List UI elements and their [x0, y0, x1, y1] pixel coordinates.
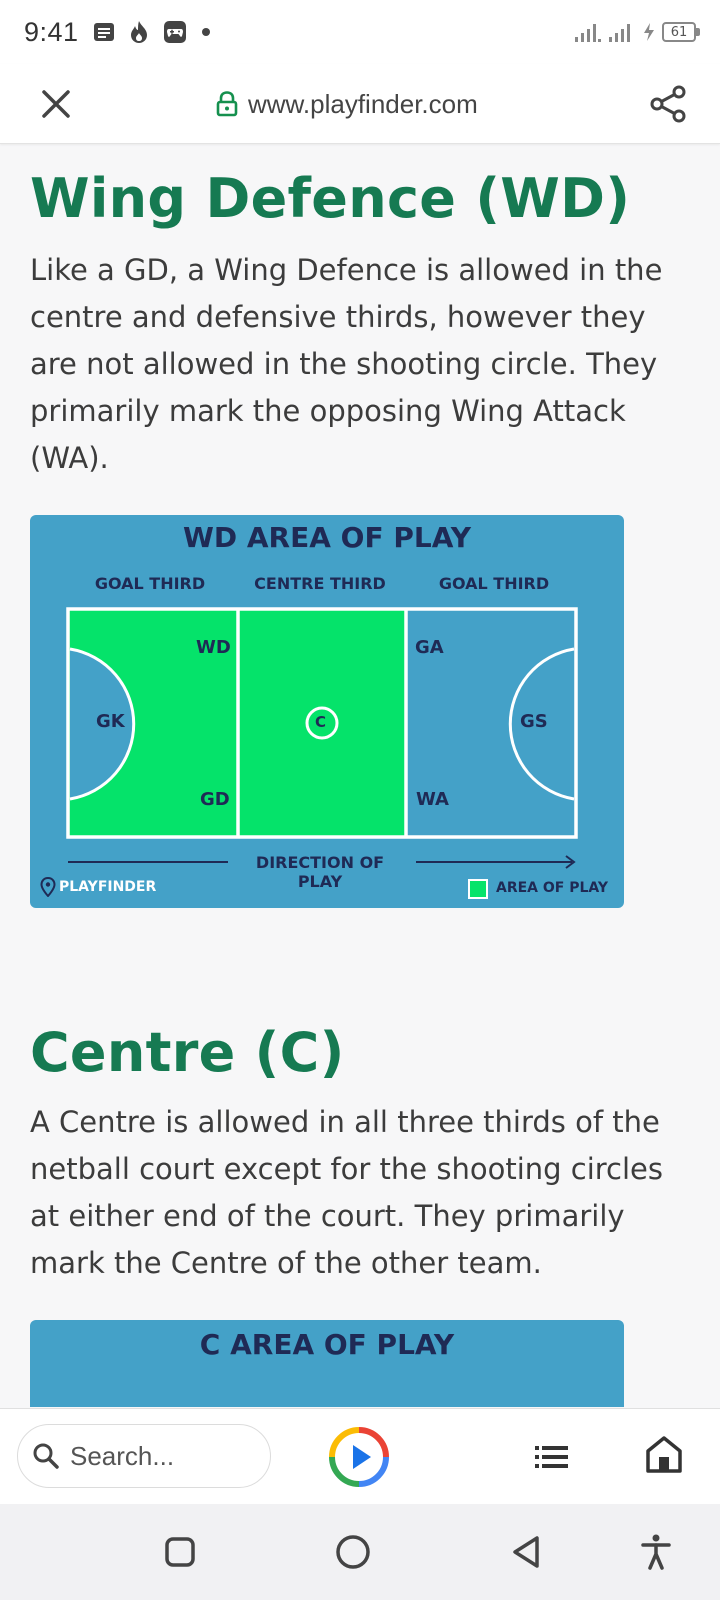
- fire-icon: [130, 21, 147, 43]
- direction-of-play-label: DIRECTION OF PLAY: [255, 853, 385, 891]
- share-icon: [650, 85, 686, 123]
- play-button[interactable]: [328, 1426, 390, 1488]
- brand-name: PLAYFINDER: [59, 879, 157, 895]
- legend-swatch: [468, 879, 488, 899]
- close-icon: [42, 90, 70, 118]
- position-gk: GK: [96, 711, 125, 732]
- home-icon: [646, 1436, 682, 1473]
- recents-icon: [165, 1537, 195, 1567]
- bottom-browser-bar: Search...: [0, 1408, 720, 1504]
- play-icon: [329, 1427, 389, 1487]
- status-time: 9:41: [24, 16, 79, 47]
- message-icon: [93, 23, 114, 41]
- position-wd: WD: [196, 637, 231, 658]
- search-icon: [33, 1443, 59, 1469]
- status-bar: 9:41 61: [0, 0, 720, 64]
- section-heading-c: Centre (C): [30, 1021, 345, 1084]
- signal-icon: [575, 24, 601, 42]
- charging-icon: [644, 23, 654, 41]
- playfinder-logo: PLAYFINDER: [40, 877, 156, 897]
- page-content[interactable]: Wing Defence (WD) Like a GD, a Wing Defe…: [0, 145, 720, 1407]
- home-circle-icon: [336, 1535, 370, 1569]
- legend-label: AREA OF PLAY: [496, 880, 609, 896]
- dot-icon: [201, 28, 210, 36]
- map-pin-icon: [40, 877, 56, 897]
- browser-toolbar: www.playfinder.com: [0, 64, 720, 144]
- battery-icon: 61: [662, 22, 700, 42]
- battery-level: 61: [670, 24, 688, 40]
- position-c: C: [315, 713, 327, 731]
- system-home-button[interactable]: [333, 1532, 373, 1572]
- diagram-title: C AREA OF PLAY: [199, 1328, 455, 1361]
- position-ga: GA: [415, 637, 444, 658]
- section-heading-wd: Wing Defence (WD): [30, 167, 631, 230]
- url-text: www.playfinder.com: [248, 88, 478, 119]
- wd-area-of-play-diagram: WD AREA OF PLAY GOAL THIRD CENTRE THIRD …: [30, 515, 624, 908]
- search-input[interactable]: Search...: [17, 1424, 271, 1488]
- position-gd: GD: [200, 789, 230, 810]
- accessibility-icon: [641, 1534, 671, 1570]
- close-button[interactable]: [36, 84, 76, 124]
- section-paragraph-wd: Like a GD, a Wing Defence is allowed in …: [30, 253, 663, 475]
- list-icon: [535, 1446, 568, 1468]
- share-button[interactable]: [646, 82, 690, 126]
- c-area-of-play-diagram: C AREA OF PLAY: [30, 1320, 624, 1407]
- gamepad-icon: [163, 21, 186, 43]
- position-wa: WA: [416, 789, 449, 810]
- lock-icon: [216, 91, 238, 117]
- signal-icon: [609, 24, 630, 42]
- recents-button[interactable]: [160, 1532, 200, 1572]
- notification-icons: [93, 20, 211, 44]
- back-button[interactable]: [506, 1532, 546, 1572]
- home-button[interactable]: [644, 1433, 684, 1477]
- back-icon: [513, 1536, 539, 1568]
- search-placeholder: Search...: [70, 1440, 175, 1471]
- system-status-icons: 61: [574, 21, 700, 43]
- section-paragraph-c: A Centre is allowed in all three thirds …: [30, 1105, 664, 1280]
- system-navigation-bar: [0, 1504, 720, 1600]
- position-gs: GS: [520, 711, 548, 732]
- list-button[interactable]: [532, 1437, 572, 1477]
- accessibility-button[interactable]: [636, 1532, 676, 1572]
- url-display[interactable]: www.playfinder.com: [216, 86, 478, 122]
